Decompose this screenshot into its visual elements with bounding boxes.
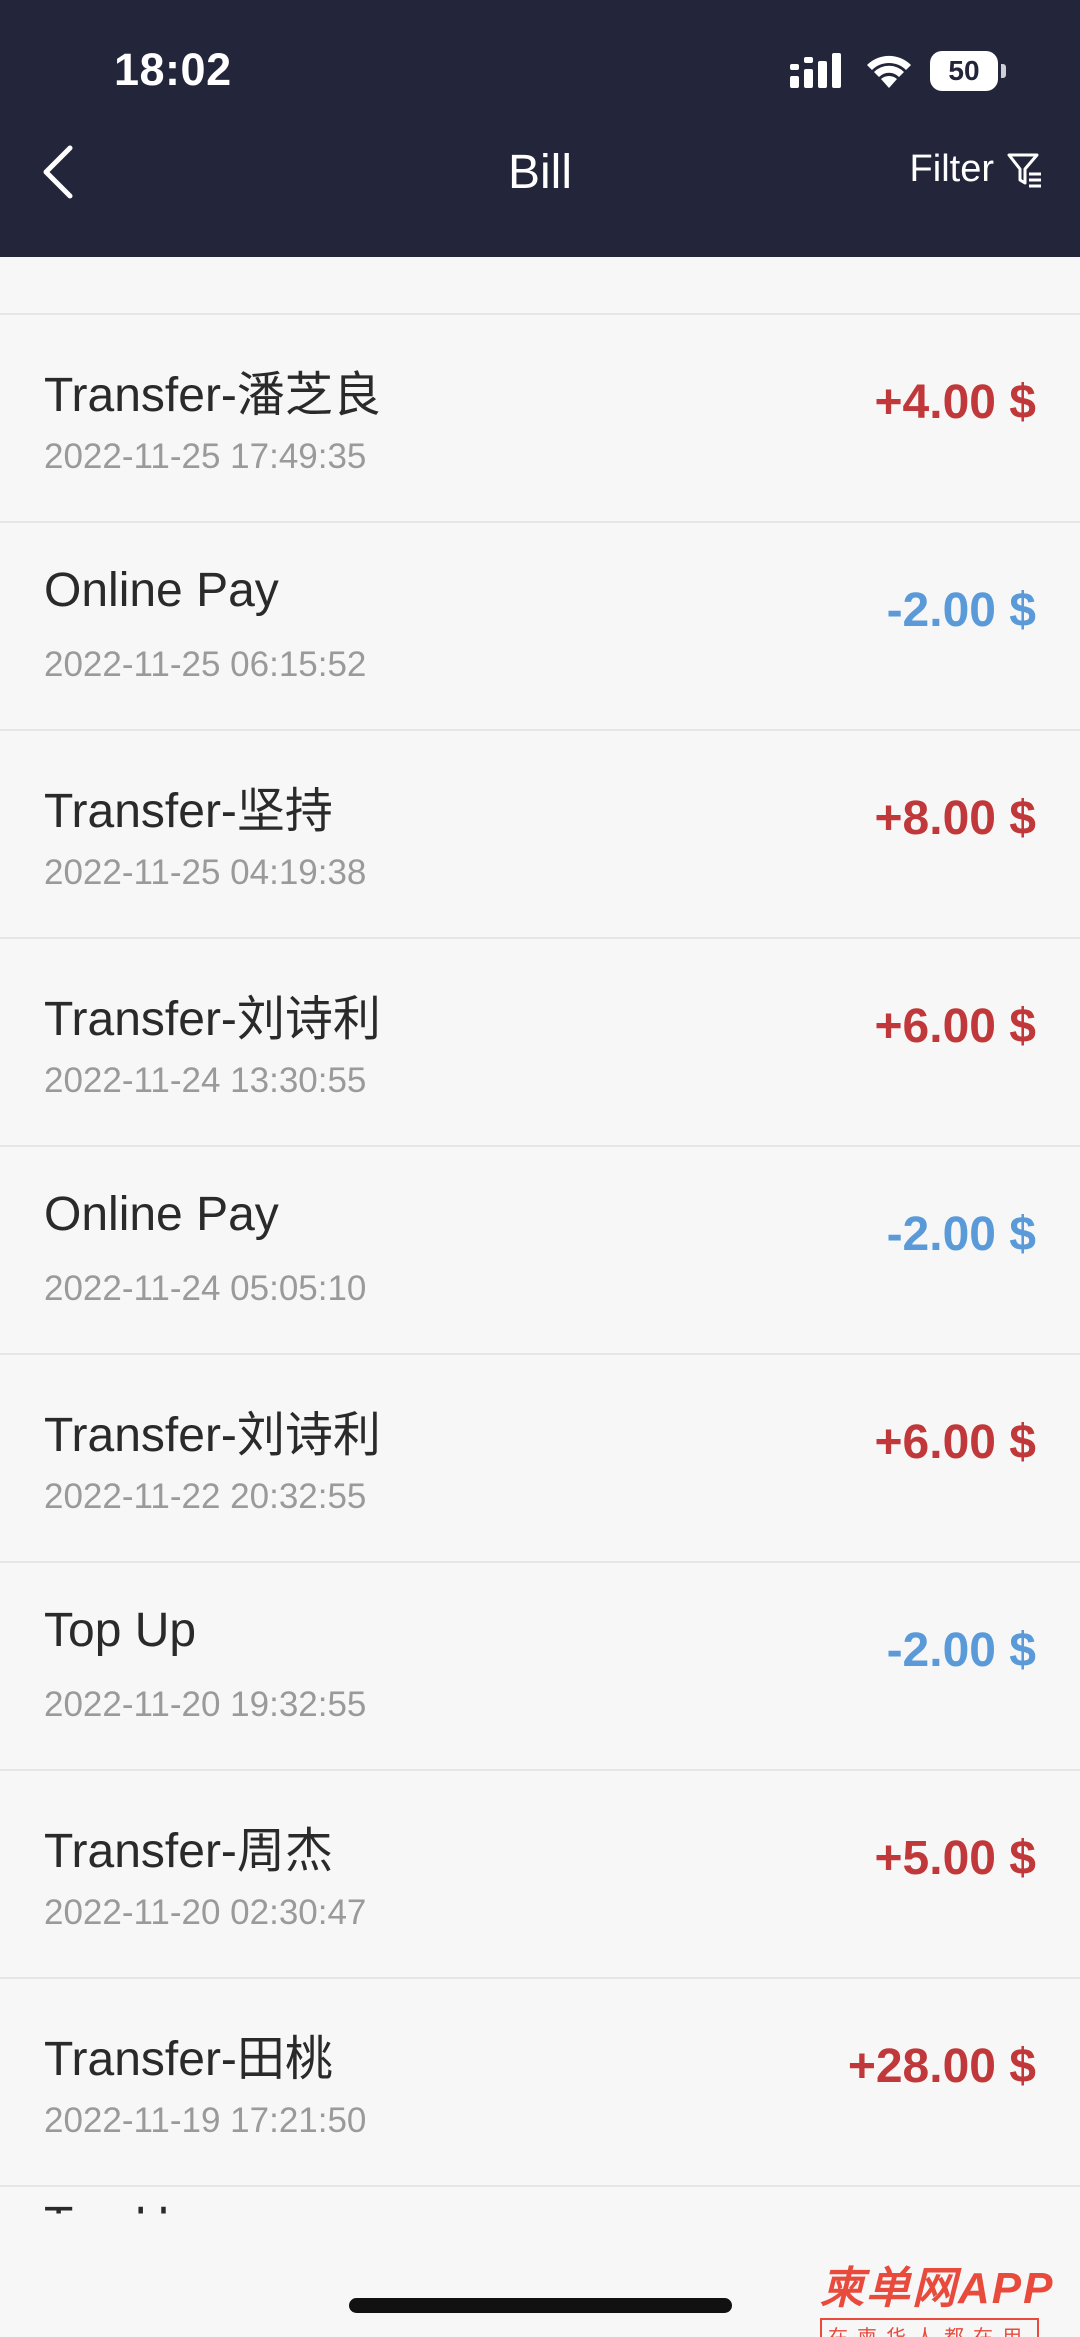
transaction-name: Transfer-坚持 bbox=[44, 785, 333, 838]
transaction-name: Transfer-潘芝良 bbox=[44, 369, 381, 422]
watermark-main-text: 柬单网APP bbox=[820, 2264, 1055, 2313]
list-item[interactable]: Transfer-潘芝良 2022-11-25 17:49:35 +4.00 $ bbox=[0, 315, 1080, 523]
transaction-list: Transfer-潘芝良 2022-11-25 17:49:35 +4.00 $… bbox=[0, 257, 1080, 2307]
transaction-time: 2022-11-20 02:30:47 bbox=[44, 1893, 367, 1932]
cellular-signal-icon bbox=[790, 53, 841, 88]
filter-icon bbox=[1007, 153, 1041, 187]
list-item[interactable]: Transfer-刘诗利 2022-11-22 20:32:55 +6.00 $ bbox=[0, 1355, 1080, 1563]
battery-tip bbox=[1001, 64, 1006, 78]
transaction-name: Transfer-刘诗利 bbox=[44, 993, 381, 1046]
transaction-amount: +8.00 $ bbox=[874, 792, 1036, 845]
status-time: 18:02 bbox=[114, 44, 232, 95]
list-item[interactable]: Transfer-田桃 2022-11-19 17:21:50 +28.00 $ bbox=[0, 1979, 1080, 2187]
transaction-time: 2022-11-19 17:21:50 bbox=[44, 2101, 367, 2140]
transaction-time: 2022-11-25 06:15:52 bbox=[44, 645, 367, 684]
watermark-sub-text: 在柬华人都在用 bbox=[820, 2318, 1039, 2337]
filter-label: Filter bbox=[909, 148, 994, 190]
transaction-name: Transfer-周杰 bbox=[44, 1825, 333, 1878]
transaction-time: 2022-11-25 17:49:35 bbox=[44, 437, 367, 476]
filter-button[interactable]: Filter bbox=[910, 148, 1044, 191]
transaction-name: Top Up bbox=[44, 1604, 197, 1657]
list-item[interactable]: Top Up 2022-11-20 19:32:55 -2.00 $ bbox=[0, 1563, 1080, 1771]
transaction-amount: -2.00 $ bbox=[886, 1208, 1036, 1261]
list-item-partial bbox=[0, 257, 1080, 315]
transaction-name: Online Pay bbox=[44, 1188, 279, 1241]
transaction-amount: +5.00 $ bbox=[874, 1832, 1036, 1885]
transaction-name: Transfer-田桃 bbox=[44, 2033, 333, 2086]
transaction-amount: +4.00 $ bbox=[874, 376, 1036, 429]
transaction-amount: -2.00 $ bbox=[886, 1624, 1036, 1677]
transaction-amount: +6.00 $ bbox=[874, 1416, 1036, 1469]
list-item[interactable]: Transfer-坚持 2022-11-25 04:19:38 +8.00 $ bbox=[0, 731, 1080, 939]
transaction-name: Online Pay bbox=[44, 564, 279, 617]
home-indicator[interactable] bbox=[349, 2298, 732, 2313]
list-item[interactable]: Online Pay 2022-11-24 05:05:10 -2.00 $ bbox=[0, 1147, 1080, 1355]
list-item[interactable]: Transfer-刘诗利 2022-11-24 13:30:55 +6.00 $ bbox=[0, 939, 1080, 1147]
transaction-time: 2022-11-25 04:19:38 bbox=[44, 853, 367, 892]
transaction-amount: -2.00 $ bbox=[886, 584, 1036, 637]
header: 18:02 50 Bill Filter bbox=[0, 0, 1080, 257]
wifi-icon bbox=[867, 55, 911, 88]
transaction-name: Top Up bbox=[44, 2198, 197, 2251]
transaction-time: 2022-11-24 05:05:10 bbox=[44, 1269, 367, 1308]
battery-indicator: 50 bbox=[930, 51, 1006, 91]
transaction-time: 2022-11-22 20:32:55 bbox=[44, 1477, 367, 1516]
watermark-logo: 柬单网APP 在柬华人都在用 bbox=[820, 2252, 1080, 2337]
transaction-name: Transfer-刘诗利 bbox=[44, 1409, 381, 1462]
transaction-amount: +28.00 $ bbox=[847, 2040, 1036, 2093]
transaction-amount: +6.00 $ bbox=[874, 1000, 1036, 1053]
battery-level: 50 bbox=[930, 51, 998, 91]
transaction-time: 2022-11-20 19:32:55 bbox=[44, 1685, 367, 1724]
list-item[interactable]: Transfer-周杰 2022-11-20 02:30:47 +5.00 $ bbox=[0, 1771, 1080, 1979]
transaction-time: 2022-11-24 13:30:55 bbox=[44, 1061, 367, 1100]
list-item[interactable]: Online Pay 2022-11-25 06:15:52 -2.00 $ bbox=[0, 523, 1080, 731]
bill-screen: 18:02 50 Bill Filter Transfer-潘芝良 2022-1… bbox=[0, 0, 1080, 2337]
